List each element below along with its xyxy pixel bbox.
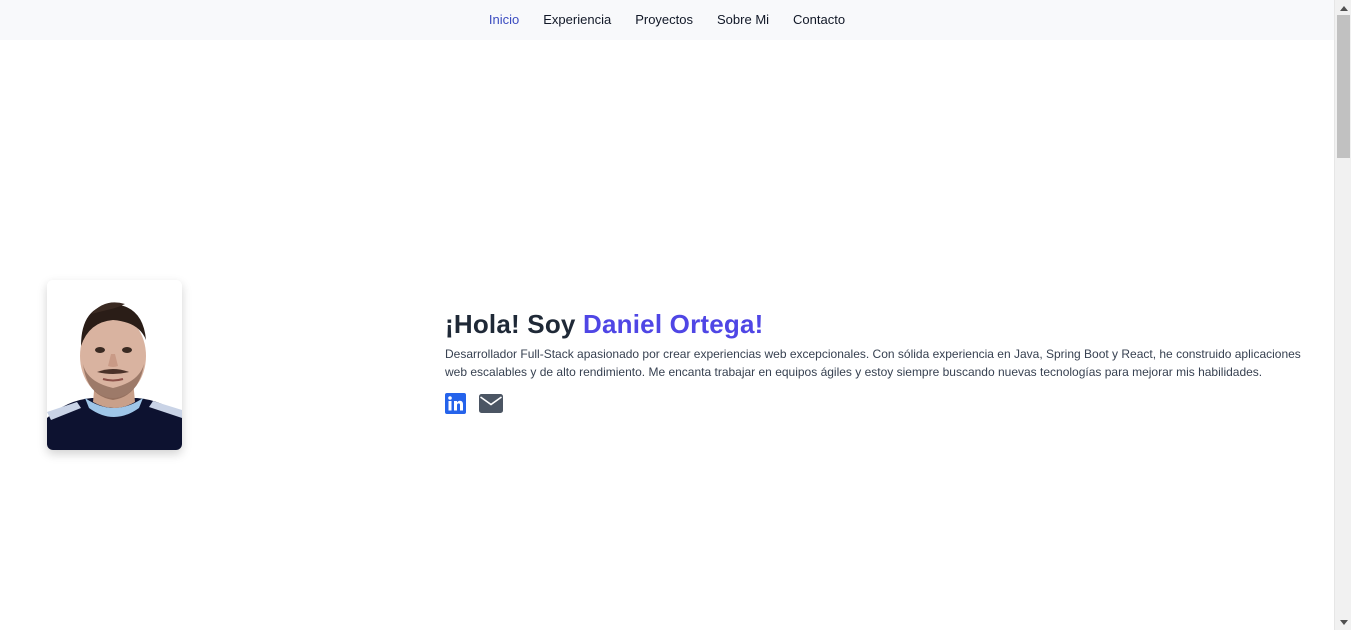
hero-title: ¡Hola! Soy Daniel Ortega! — [445, 308, 1325, 340]
scroll-up-arrow-icon[interactable] — [1335, 0, 1351, 15]
nav-link-contacto[interactable]: Contacto — [781, 0, 857, 40]
portfolio-page: Inicio Experiencia Proyectos Sobre Mi Co… — [0, 0, 1351, 630]
page-scrollbar[interactable] — [1334, 0, 1351, 630]
scroll-down-arrow-icon[interactable] — [1335, 615, 1351, 630]
email-link[interactable] — [479, 394, 503, 413]
nav-link-experiencia[interactable]: Experiencia — [531, 0, 623, 40]
envelope-icon — [479, 394, 503, 413]
hero-description: Desarrollador Full-Stack apasionado por … — [445, 347, 1301, 379]
nav-list: Inicio Experiencia Proyectos Sobre Mi Co… — [477, 0, 857, 40]
avatar — [47, 280, 182, 450]
top-navigation: Inicio Experiencia Proyectos Sobre Mi Co… — [0, 0, 1334, 40]
nav-link-inicio[interactable]: Inicio — [477, 0, 531, 40]
profile-photo — [47, 280, 182, 450]
linkedin-link[interactable] — [445, 393, 467, 414]
nav-link-sobre-mi[interactable]: Sobre Mi — [705, 0, 781, 40]
scrollbar-thumb[interactable] — [1337, 15, 1350, 158]
nav-link-proyectos[interactable]: Proyectos — [623, 0, 705, 40]
hero-greeting: ¡Hola! Soy — [445, 309, 576, 339]
hero-name: Daniel Ortega! — [583, 309, 764, 339]
linkedin-icon — [445, 393, 466, 414]
hero-section: ¡Hola! Soy Daniel Ortega! Desarrollador … — [445, 308, 1325, 414]
social-links — [445, 393, 1325, 414]
